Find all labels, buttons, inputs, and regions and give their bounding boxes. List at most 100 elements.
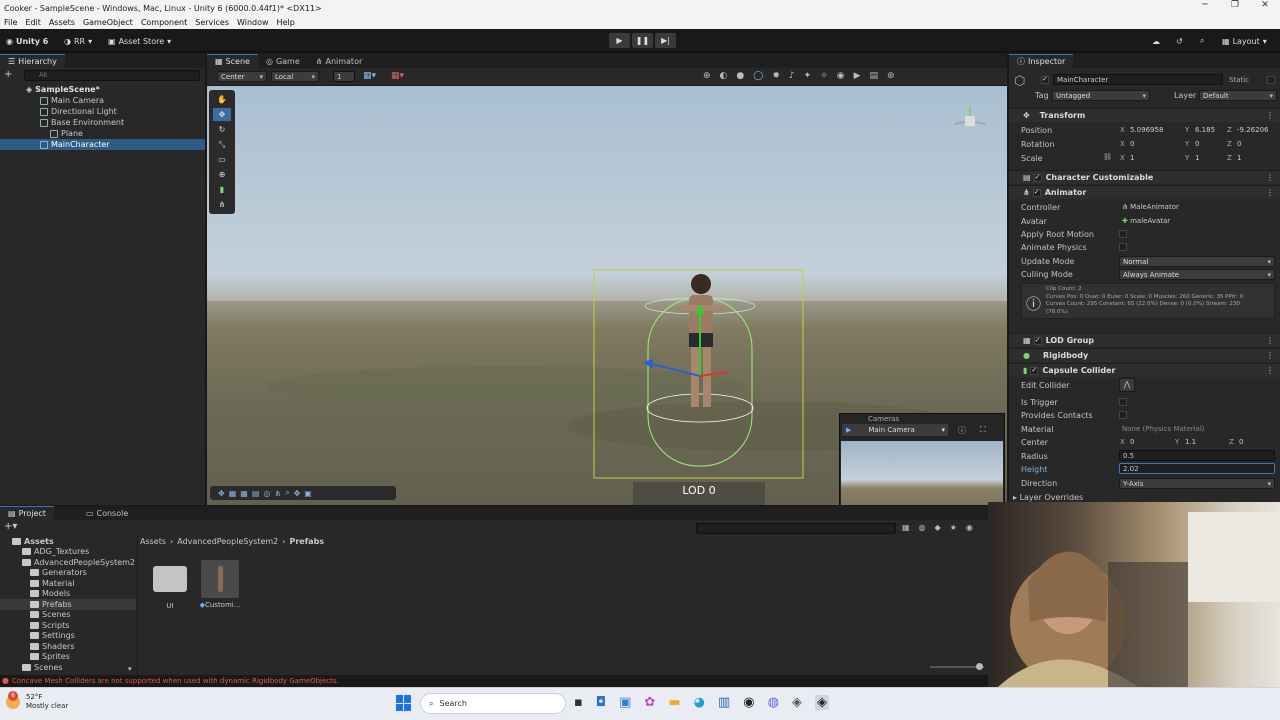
asset-store-button[interactable]: ▣ Asset Store ▾ [108, 34, 171, 48]
menu-services[interactable]: Services [191, 18, 233, 27]
tree-item-assets[interactable]: Assets [0, 536, 136, 547]
task-view-icon[interactable]: ▪ [574, 695, 583, 710]
scale-y-field[interactable]: 1 [1192, 152, 1232, 163]
type-filter-icon[interactable]: ◍ [919, 523, 926, 532]
tool-icon[interactable]: ✥ [294, 489, 301, 498]
active-checkbox[interactable] [1041, 76, 1049, 84]
step-button[interactable]: ▶| [655, 33, 676, 48]
enabled-checkbox[interactable] [1033, 173, 1042, 182]
scroll-arrow-icon[interactable]: ▾ [128, 665, 132, 673]
component-menu-icon[interactable]: ⋮ [1266, 336, 1274, 345]
hierarchy-item-main-camera[interactable]: Main Camera [0, 95, 205, 106]
discord-icon[interactable]: ◍ [768, 695, 779, 710]
scene-menu-icon[interactable]: ▤ [870, 71, 879, 81]
apply-root-motion-checkbox[interactable] [1119, 230, 1127, 238]
shading-lit-icon[interactable]: ◯ [753, 71, 763, 81]
material-field[interactable]: None (Physics Material) [1119, 423, 1275, 434]
edge-icon[interactable]: ◕ [694, 695, 705, 710]
menu-help[interactable]: Help [273, 18, 299, 27]
tree-item-models[interactable]: Models [0, 589, 136, 600]
zoom-slider-handle[interactable] [976, 663, 983, 670]
gizmos-dropdown-icon[interactable]: ⊛ [887, 71, 895, 81]
link-icon[interactable]: ⛓ [1103, 153, 1112, 161]
minimize-icon[interactable]: ─ [1190, 0, 1220, 10]
position-y-field[interactable]: 6.185 [1192, 124, 1232, 135]
tree-item-prefabs[interactable]: Prefabs [0, 599, 136, 610]
enabled-checkbox[interactable] [1033, 336, 1042, 345]
animator-header[interactable]: ⋔ Animator ⋮ [1009, 185, 1280, 199]
maximize-icon[interactable]: ❐ [1220, 0, 1250, 10]
tool-icon[interactable]: ⋔ [274, 489, 281, 498]
tree-item-scenes-root[interactable]: Scenes [0, 662, 136, 673]
pivot-dropdown[interactable]: Center [217, 71, 267, 82]
fx-icon[interactable]: ✦ [804, 71, 812, 81]
tab-project[interactable]: ▤ Project [0, 506, 54, 520]
center-y-field[interactable]: 1.1 [1182, 436, 1224, 447]
transform-tool-icon[interactable]: ⊕ [213, 168, 231, 181]
tree-item-generators[interactable]: Generators [0, 568, 136, 579]
tree-item-sprites[interactable]: Sprites [0, 652, 136, 663]
hierarchy-item-plane[interactable]: Plane [0, 128, 205, 139]
tree-item-advancedpeoplesystem2[interactable]: AdvancedPeopleSystem2 [0, 557, 136, 568]
tool-icon[interactable]: ⌕ [285, 488, 289, 498]
tab-animator[interactable]: ⋔ Animator [308, 54, 370, 68]
tool-icon[interactable]: ◎ [263, 489, 270, 498]
asset-ui-folder[interactable]: UI [150, 560, 190, 610]
orientation-icon[interactable]: ⊕ [703, 71, 711, 81]
rotation-y-field[interactable]: 0 [1192, 138, 1232, 149]
obs-icon[interactable]: ◉ [743, 695, 754, 710]
menu-gameobject[interactable]: GameObject [79, 18, 137, 27]
unity-hub-icon[interactable]: ◈ [792, 695, 802, 710]
scale-x-field[interactable]: 1 [1127, 152, 1179, 163]
pause-button[interactable]: ❚❚ [632, 33, 653, 48]
character-customizable-header[interactable]: ▤ Character Customizable ⋮ [1009, 170, 1280, 184]
edit-collider-button[interactable]: ⋀ [1119, 378, 1135, 392]
lighting-icon[interactable]: ✹ [772, 71, 780, 81]
collab-button[interactable]: ◑ RR ▾ [64, 34, 92, 48]
visibility-icon[interactable]: ◉ [966, 523, 973, 532]
center-z-field[interactable]: 0 [1236, 436, 1276, 447]
avatar-field[interactable]: ✚ maleAvatar [1119, 215, 1275, 226]
add-icon[interactable]: +▾ [4, 521, 17, 532]
visibility-icon[interactable]: ◉ [837, 71, 845, 81]
menu-edit[interactable]: Edit [21, 18, 45, 27]
label-filter-icon[interactable]: ◆ [935, 523, 941, 532]
radius-field[interactable]: 0.5 [1119, 450, 1275, 461]
search-button[interactable]: ⌕ [1200, 34, 1204, 48]
increment-snap-icon[interactable]: ▦▾ [391, 71, 404, 81]
tab-scene[interactable]: ▦ Scene [207, 54, 258, 68]
breadcrumb-item[interactable]: AdvancedPeopleSystem2 [177, 537, 278, 548]
enabled-checkbox[interactable] [1030, 366, 1039, 375]
hand-tool-icon[interactable]: ✋ [213, 93, 231, 106]
tool-icon[interactable]: ▦ [229, 489, 237, 498]
weather-widget[interactable]: 6 52°F Mostly clear [6, 691, 68, 711]
component-menu-icon[interactable]: ⋮ [1266, 173, 1274, 182]
tab-hierarchy[interactable]: ☰ Hierarchy [0, 54, 65, 68]
scene-viewport[interactable]: ✋ ✥ ↻ ⤡ ▭ ⊕ ▮ ⋔ ✥ ▦ ▦ ▤ ◎ ⋔ ⌕ ✥ ▣ LOD 0 Cameras … [207, 86, 1007, 505]
shading-wire-icon[interactable]: ◐ [720, 71, 728, 81]
component-menu-icon[interactable]: ⋮ [1266, 188, 1274, 197]
tab-console[interactable]: ▭ Console [78, 506, 136, 520]
component-menu-icon[interactable]: ⋮ [1266, 351, 1274, 360]
start-button[interactable] [396, 695, 412, 711]
project-search-input[interactable] [696, 523, 896, 534]
hierarchy-search-input[interactable] [24, 70, 200, 81]
object-name-field[interactable]: MainCharacter [1053, 74, 1223, 85]
tool-icon[interactable]: ▣ [304, 489, 312, 498]
layer-dropdown[interactable]: Default [1199, 90, 1277, 101]
tree-item-settings[interactable]: Settings [0, 631, 136, 642]
grid-snap-icon[interactable]: ▦▾ [363, 71, 376, 81]
maximize-camera-icon[interactable]: ⛶ [980, 425, 986, 435]
filter-icon[interactable]: ▦ [902, 523, 910, 532]
favorite-icon[interactable]: ★ [950, 523, 957, 532]
tool-icon[interactable]: ▤ [252, 489, 260, 498]
rotation-z-field[interactable]: 0 [1234, 138, 1274, 149]
history-button[interactable]: ↺ [1176, 34, 1183, 48]
culling-mode-dropdown[interactable]: Always Animate [1119, 269, 1275, 280]
enabled-checkbox[interactable] [1032, 188, 1041, 197]
tree-item-adg-textures[interactable]: ADG_Textures [0, 547, 136, 558]
tree-item-scenes[interactable]: Scenes [0, 610, 136, 621]
provides-contacts-checkbox[interactable] [1119, 411, 1127, 419]
grid-size-field[interactable]: 1 [333, 71, 355, 82]
scale-tool-icon[interactable]: ⤡ [213, 138, 231, 151]
